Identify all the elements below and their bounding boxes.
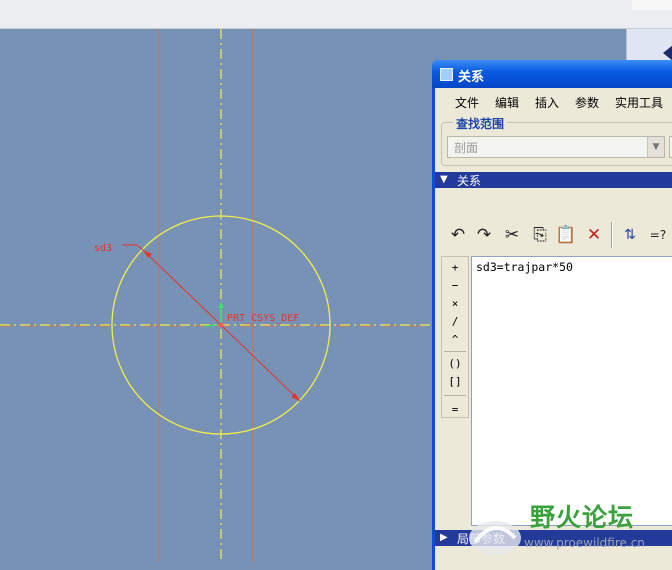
watermark-brand: 野火论坛 <box>530 503 635 532</box>
dialog-app-icon <box>440 68 453 81</box>
top-window-strip <box>0 0 672 29</box>
scope-select-value: 剖面 <box>454 141 479 155</box>
csys-label: PRT_CSYS_DEF <box>227 313 299 324</box>
dialog-title: 关系 <box>458 70 485 85</box>
multiply-button[interactable]: × <box>442 297 468 310</box>
menu-utilities[interactable]: 实用工具 <box>615 94 663 111</box>
relation-line[interactable]: sd3=trajpar*50 <box>476 260 573 274</box>
menu-parameters[interactable]: 参数 <box>575 94 599 111</box>
brackets-button[interactable]: [] <box>442 375 468 388</box>
watermark-url: www.proewildfire.cn <box>524 536 645 550</box>
relations-editor[interactable]: sd3=trajpar*50 <box>471 256 672 526</box>
expand-triangle-icon: ▶ <box>440 532 448 543</box>
top-corner <box>632 0 672 10</box>
equals-button[interactable]: = <box>442 403 468 416</box>
undo-icon[interactable]: ↶ <box>447 224 469 246</box>
csys-origin <box>218 322 224 328</box>
operator-separator-1 <box>444 395 466 396</box>
sd3-label[interactable]: sd3 <box>94 243 112 254</box>
menu-insert[interactable]: 插入 <box>535 94 559 111</box>
relations-section-header[interactable]: ▼ 关系 <box>435 172 672 188</box>
redo-icon[interactable]: ↷ <box>473 224 495 246</box>
menu-bar: 文件 编辑 插入 参数 实用工具 <box>435 88 672 112</box>
divide-button[interactable]: / <box>442 315 468 328</box>
menu-file[interactable]: 文件 <box>455 94 479 111</box>
watermark-logo-icon <box>469 521 521 555</box>
chevron-down-icon[interactable]: ▼ <box>647 137 664 157</box>
copy-icon[interactable]: ⎘ <box>529 224 551 246</box>
scope-group-label: 查找范围 <box>453 115 508 132</box>
relations-toolbar: ↶ ↷ ✂ ⎘ 📋 ✕ ⇅ =? <box>435 218 672 252</box>
operator-column: + − × / ^ () [] = <box>441 256 469 418</box>
csys-y-arrow <box>218 302 224 308</box>
dialog-title-bar[interactable]: 关系 <box>432 60 672 88</box>
cut-icon[interactable]: ✂ <box>501 224 523 246</box>
paste-icon[interactable]: 📋 <box>555 224 577 246</box>
delete-icon[interactable]: ✕ <box>583 224 605 246</box>
relations-section-label: 关系 <box>457 174 482 188</box>
scope-select[interactable]: 剖面 ▼ <box>447 136 665 158</box>
parentheses-button[interactable]: () <box>442 357 468 370</box>
menu-edit[interactable]: 编辑 <box>495 94 519 111</box>
collapse-triangle-icon: ▼ <box>440 174 448 185</box>
minus-button[interactable]: − <box>442 279 468 292</box>
sort-relations-icon[interactable]: ⇅ <box>619 224 641 246</box>
operator-separator-0 <box>444 351 466 352</box>
relations-dialog: 关系 文件 编辑 插入 参数 实用工具 查找范围 剖面 ▼ ▼ 关系 ↶ ↷ ✂ ⎘ 📋… <box>432 60 672 570</box>
toolbar-separator <box>611 222 613 248</box>
power-button[interactable]: ^ <box>442 333 468 346</box>
dimension-leader-2 <box>136 244 144 251</box>
evaluate-icon[interactable]: =? <box>647 224 669 246</box>
plus-button[interactable]: + <box>442 261 468 274</box>
panel-arrow-icon[interactable] <box>663 45 672 61</box>
